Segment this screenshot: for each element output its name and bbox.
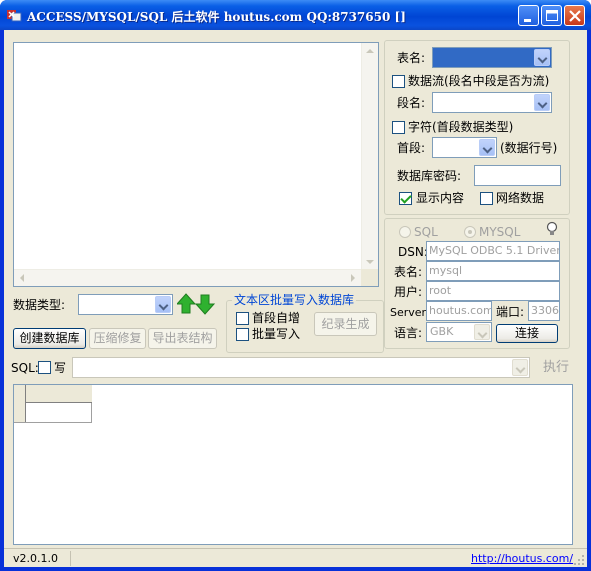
mysql-radio-label: MYSQL [479,225,521,239]
field-name-label: 段名: [397,96,426,110]
close-icon [569,10,581,22]
batch-write-checkbox[interactable] [236,328,249,341]
table-name-label: 表名: [397,51,426,65]
network-data-checkbox[interactable] [480,192,493,205]
scroll-up-icon [366,49,374,53]
db-type-select[interactable] [78,294,173,315]
language-select[interactable]: GBK [426,322,492,342]
close-button[interactable] [564,5,585,26]
app-window: ACCESS/MYSQL/SQL 后土软件 houtus.com QQ:8737… [0,0,591,571]
website-link[interactable]: http://houtus.com/ [471,552,573,566]
sql-input[interactable] [72,357,530,378]
first-field-label: 首段: [397,141,426,155]
grid-table [14,385,92,423]
execute-button[interactable]: 执行 [543,361,569,375]
first-field-auto-inc-label: 首段自增 [252,311,301,325]
status-bar: v2.0.1.0 http://houtus.com/ [4,548,587,567]
sql-label: SQL: [11,361,39,375]
port-label: 端口: [496,305,525,319]
scroll-right-icon [351,274,355,282]
create-db-button[interactable]: 创建数据库 [13,328,86,349]
lightbulb-icon[interactable] [546,221,558,237]
language-label: 语言: [394,326,423,340]
generate-record-button[interactable]: 纪录生成 [314,312,377,336]
window-title: ACCESS/MYSQL/SQL 后土软件 houtus.com QQ:8737… [27,10,406,24]
export-structure-button[interactable]: 导出表结构 [148,328,217,349]
sql-radio-label: SQL [414,225,438,239]
title-bar[interactable]: ACCESS/MYSQL/SQL 后土软件 houtus.com QQ:8737… [0,0,591,30]
vertical-scrollbar[interactable] [361,43,378,270]
text-area[interactable] [13,42,379,287]
data-stream-label: 数据流(段名中段是否为流) [408,74,550,88]
table-field[interactable]: mysql [426,261,560,281]
batch-group-title: 文本区批量写入数据库 [232,293,357,307]
compact-repair-button[interactable]: 压缩修复 [89,328,146,349]
db-type-label: 数据类型: [13,298,66,312]
app-icon [7,10,22,22]
scroll-corner [361,269,378,286]
chevron-down-icon [479,139,495,156]
horizontal-scrollbar[interactable] [14,269,361,286]
user-label: 用户: [394,285,423,299]
write-label: 写 [54,361,67,375]
up-down-arrows-icon[interactable] [177,293,217,315]
write-checkbox[interactable] [38,361,51,374]
network-data-label: 网络数据 [496,191,545,205]
dsn-field[interactable]: MySQL ODBC 5.1 Driver [426,241,560,261]
port-field[interactable]: 3306 [528,301,560,321]
mysql-radio[interactable] [464,226,476,238]
grid-row-header [14,385,26,423]
language-value: GBK [430,325,454,338]
chevron-down-icon [534,94,550,111]
scroll-down-icon [366,260,374,264]
sql-radio[interactable] [399,226,411,238]
maximize-icon [546,10,558,21]
status-divider [70,551,71,566]
version-text: v2.0.1.0 [13,552,58,565]
user-field[interactable]: root [426,281,560,301]
show-content-checkbox[interactable] [399,192,412,205]
table-name-select[interactable] [432,47,552,68]
db-password-label: 数据库密码: [397,169,462,183]
chevron-down-icon [474,324,490,340]
chevron-down-icon [155,296,171,313]
batch-write-label: 批量写入 [252,327,301,341]
server-label: Server: [390,306,430,319]
char-type-label: 字符(首段数据类型) [408,120,514,134]
chevron-down-icon [534,49,550,66]
show-content-label: 显示内容 [416,191,465,205]
db-password-input[interactable] [474,165,561,186]
row-number-label: (数据行号) [500,141,558,155]
char-type-checkbox[interactable] [392,121,405,134]
scroll-left-icon [20,274,24,282]
table-label: 表名: [394,265,423,279]
data-stream-checkbox[interactable] [392,75,405,88]
grid-row-divider [14,422,92,423]
first-field-select[interactable] [432,137,497,158]
chevron-down-icon [512,359,528,376]
result-grid[interactable] [13,384,573,545]
dsn-label: DSN: [398,245,428,259]
minimize-icon [524,19,531,22]
field-name-select[interactable] [432,92,552,113]
first-field-auto-inc-checkbox[interactable] [236,312,249,325]
maximize-button[interactable] [541,5,562,26]
connect-button[interactable]: 连接 [496,324,558,343]
server-field[interactable]: houtus.com [426,301,492,321]
resize-grip-icon[interactable] [573,554,585,566]
minimize-button[interactable] [518,5,539,26]
client-area: 数据类型: 创建数据库 压缩修复 导出表结构 文本区批量写入数据库 首段自增 批… [4,30,587,567]
